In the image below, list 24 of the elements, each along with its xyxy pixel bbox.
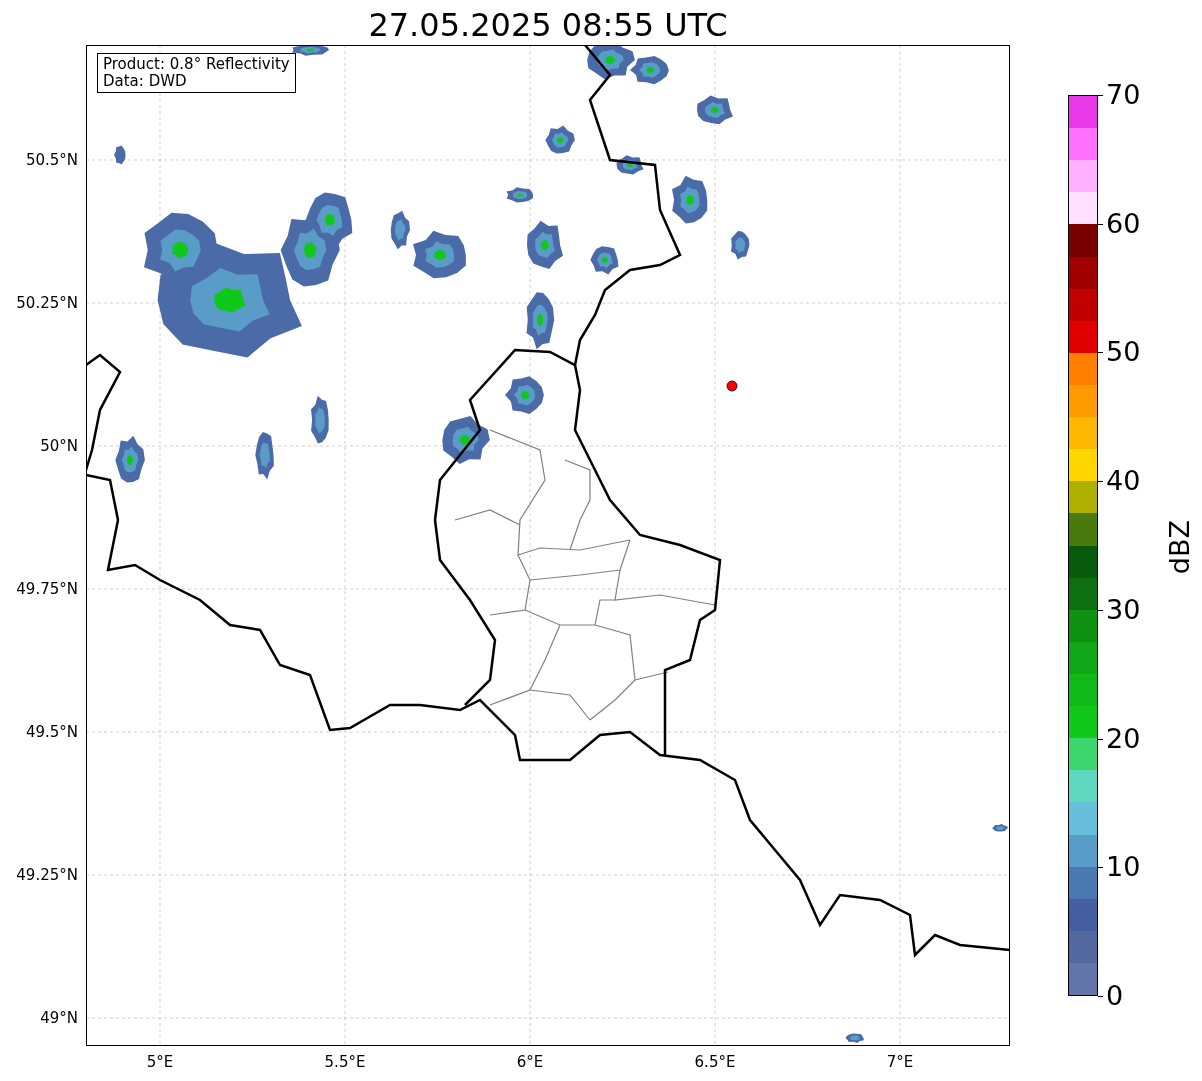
colorbar-tick-label: 50	[1106, 337, 1141, 368]
axis-tick-label: 50°N	[40, 437, 78, 455]
axis-tick-label: 5°E	[146, 1053, 174, 1071]
chart-title: 27.05.2025 08:55 UTC	[368, 5, 728, 45]
axis-tick-label: 49.75°N	[16, 580, 78, 598]
legend-text: Product: 0.8° Reflectivity	[103, 56, 290, 73]
axis-tick-label: 49°N	[40, 1009, 78, 1027]
colorbar-tick-label: 40	[1106, 466, 1141, 497]
colorbar-label: dBZ	[1165, 520, 1195, 575]
axis-tick-label: 6.5°E	[694, 1053, 736, 1071]
colorbar-tick-label: 30	[1106, 594, 1141, 625]
colorbar-tick-label: 0	[1106, 981, 1124, 1011]
axis-tick-label: 7°E	[886, 1053, 914, 1071]
colorbar-tick-label: 10	[1106, 852, 1141, 883]
legend-text: Data: DWD	[103, 73, 188, 90]
axis-tick-label: 49.5°N	[25, 723, 78, 741]
axis-tick-label: 5.5°E	[324, 1053, 366, 1071]
colorbar-tick-label: 60	[1106, 208, 1141, 239]
axis-tick-label: 50.25°N	[16, 294, 78, 312]
axis-tick-label: 6°E	[516, 1053, 544, 1071]
colorbar-tick-label: 70	[1106, 80, 1141, 110]
colorbar-tick-label: 20	[1106, 723, 1141, 754]
axis-tick-label: 50.5°N	[25, 151, 78, 169]
axis-tick-label: 49.25°N	[16, 866, 78, 884]
